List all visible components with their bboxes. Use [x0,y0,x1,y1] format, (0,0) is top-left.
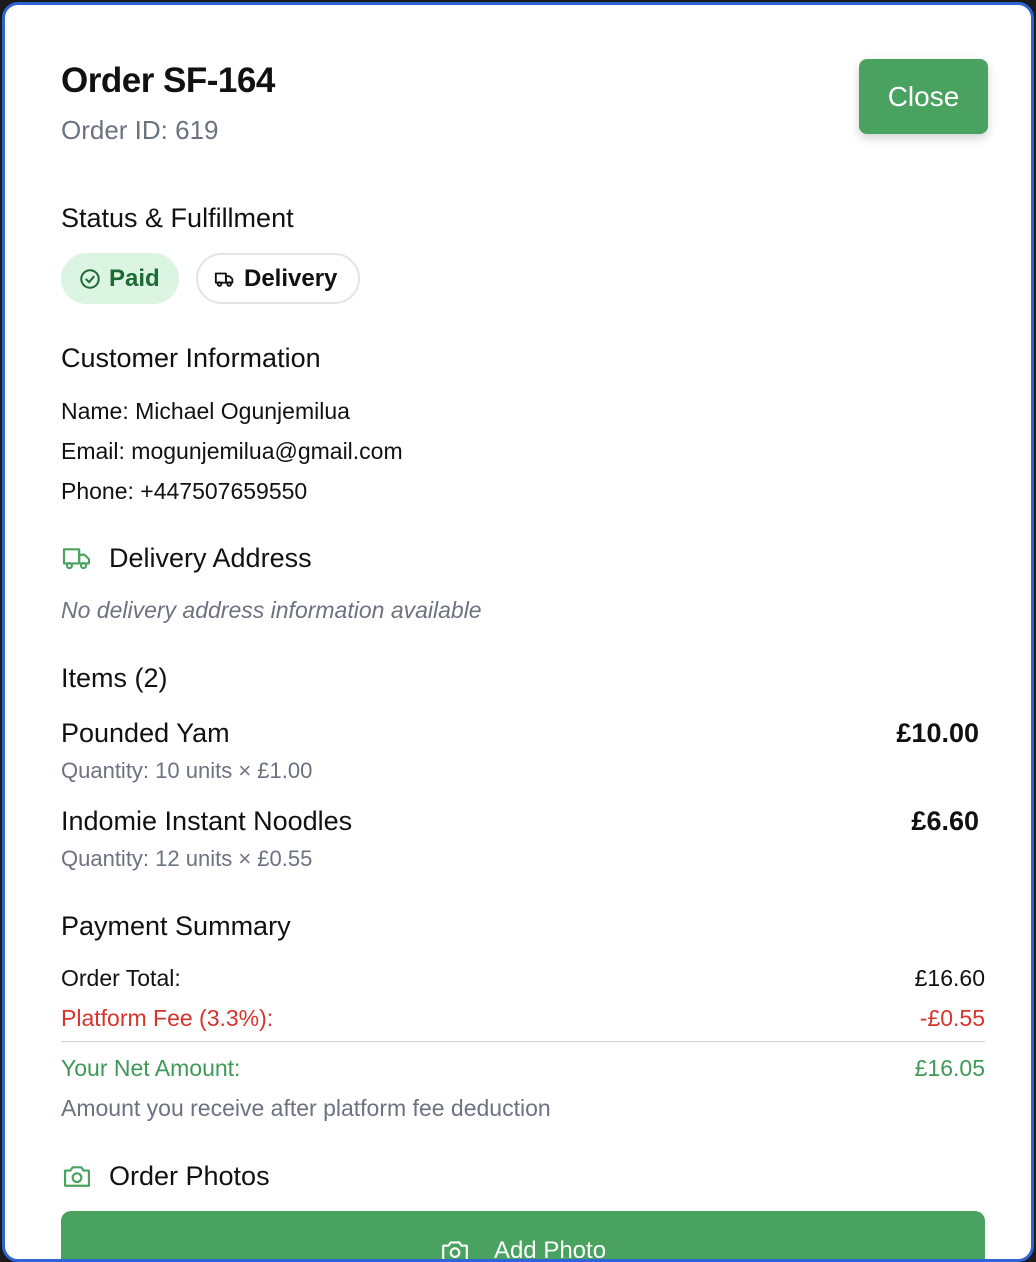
order-details-modal: Order SF-164 Order ID: 619 Close Status … [2,2,1034,1262]
net-amount-label: Your Net Amount: [61,1055,241,1081]
customer-phone-line: Phone: +447507659550 [61,478,307,505]
net-amount-row: Your Net Amount: £16.05 [61,1055,985,1082]
delivery-label: Delivery [244,264,338,292]
camera-icon [442,1241,468,1259]
camera-icon [64,1166,90,1187]
item-name: Pounded Yam [61,718,230,748]
platform-fee-row: Platform Fee (3.3%): -£0.55 [61,1005,985,1032]
order-total-row: Order Total: £16.60 [61,965,985,992]
delivery-fulfillment-badge: Delivery [196,253,360,304]
no-address-message: No delivery address information availabl… [61,597,482,623]
customer-email-line: Email: mogunjemilua@gmail.com [61,438,403,465]
status-section-title: Status & Fulfillment [61,203,294,233]
customer-phone: +447507659550 [140,478,308,504]
platform-fee-label: Platform Fee (3.3%): [61,1005,274,1031]
item-name: Indomie Instant Noodles [61,806,353,836]
order-total-value: £16.60 [914,965,985,991]
order-title: Order SF-164 [61,61,275,100]
email-key: Email: [61,438,125,464]
payment-section-title: Payment Summary [61,911,291,941]
paid-status-badge: Paid [61,253,179,304]
truck-icon [62,548,90,570]
item-price: £6.60 [911,806,979,836]
close-button[interactable]: Close [859,59,988,134]
item-price: £10.00 [896,718,979,748]
order-id: Order ID: 619 [61,115,219,145]
customer-name-line: Name: Michael Ogunjemilua [61,398,350,425]
phone-key: Phone: [61,478,134,504]
customer-name: Michael Ogunjemilua [135,398,350,424]
order-photos-section-title: Order Photos [109,1161,270,1191]
add-photo-label: Add Photo [493,1237,607,1262]
platform-fee-value: -£0.55 [919,1005,985,1031]
truck-icon [214,272,234,287]
customer-email: mogunjemilua@gmail.com [131,438,403,464]
customer-section-title: Customer Information [61,343,321,373]
order-total-label: Order Total: [61,965,181,991]
delivery-address-section-title: Delivery Address [109,543,312,573]
net-amount-note: Amount you receive after platform fee de… [61,1095,551,1121]
payment-divider [61,1041,985,1042]
paid-label: Paid [109,264,160,292]
add-photo-button[interactable]: Add Photo [61,1211,985,1262]
net-amount-value: £16.05 [914,1055,985,1081]
items-section-title: Items (2) [61,663,168,693]
check-circle-icon [80,268,100,289]
item-quantity: Quantity: 10 units × £1.00 [61,758,313,783]
name-key: Name: [61,398,129,424]
modal-content: Order SF-164 Order ID: 619 Close Status … [5,5,1031,1259]
item-quantity: Quantity: 12 units × £0.55 [61,846,313,871]
